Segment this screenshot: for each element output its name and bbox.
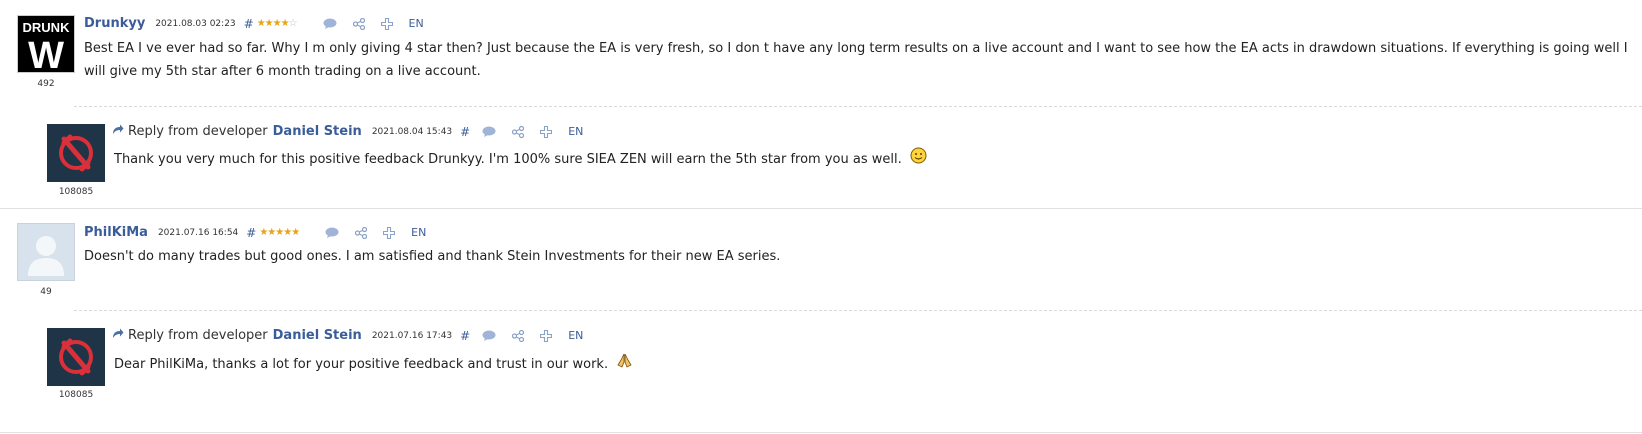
share-icon[interactable]	[512, 329, 525, 342]
avatar-philkima[interactable]	[17, 223, 75, 281]
plus-icon[interactable]	[383, 226, 396, 239]
star-icon: ★	[280, 18, 290, 29]
reply-date: 2021.08.04 15:43	[371, 126, 453, 137]
share-icon[interactable]	[355, 226, 368, 239]
reply-arrow-icon	[112, 124, 124, 139]
permalink-hash[interactable]: #	[460, 329, 470, 343]
drunk-logo-icon: DRUNK W	[18, 16, 74, 77]
star-icon: ★	[267, 227, 276, 238]
star-icon: ★	[264, 18, 274, 29]
review-date: 2021.08.03 02:23	[155, 18, 236, 29]
stein-logo-icon	[59, 338, 93, 376]
share-icon[interactable]	[512, 125, 525, 138]
developer-link[interactable]: Daniel Stein	[273, 124, 362, 139]
reply-text-content: Dear PhilKiMa, thanks a lot for your pos…	[114, 357, 609, 372]
review-drunkyy: DRUNK W 492 Drunkyy 2021.08.03 02:23 # ★…	[0, 0, 1642, 208]
praying-hands-emoji	[616, 352, 633, 377]
svg-text:W: W	[28, 35, 64, 72]
review-divider	[74, 106, 1642, 107]
star-empty-icon: ☆	[288, 18, 298, 29]
reply-prefix: Reply from developer	[128, 124, 268, 139]
author-link[interactable]: Drunkyy	[84, 16, 145, 31]
developer-rating: 108085	[58, 187, 94, 197]
comment-icon[interactable]	[482, 126, 496, 138]
star-icon: ★	[256, 18, 266, 29]
star-icon: ★	[272, 18, 282, 29]
language-link[interactable]: EN	[568, 329, 583, 342]
developer-avatar[interactable]	[47, 328, 105, 386]
plus-icon[interactable]	[540, 125, 553, 138]
star-icon: ★	[283, 227, 292, 238]
reply-date: 2021.07.16 17:43	[371, 330, 453, 341]
permalink-hash[interactable]: #	[246, 226, 256, 240]
language-link[interactable]: EN	[411, 226, 426, 239]
user-rating: 49	[40, 287, 52, 297]
permalink-hash[interactable]: #	[244, 17, 254, 31]
stein-logo-icon	[59, 134, 93, 172]
comment-icon[interactable]	[323, 18, 337, 30]
review-header: Drunkyy 2021.08.03 02:23 # ★ ★ ★ ★ ☆ EN	[84, 16, 424, 31]
review-text: Best EA I ve ever had so far. Why I m on…	[84, 41, 1628, 79]
star-rating: ★ ★ ★ ★ ☆	[256, 18, 298, 29]
svg-text:DRUNK: DRUNK	[23, 20, 71, 35]
smiley-emoji	[910, 147, 927, 172]
developer-link[interactable]: Daniel Stein	[273, 328, 362, 343]
plus-icon[interactable]	[540, 329, 553, 342]
user-rating: 492	[37, 79, 55, 89]
star-rating: ★ ★ ★ ★ ★	[259, 227, 300, 238]
review-date: 2021.07.16 16:54	[157, 227, 239, 238]
review-separator	[0, 432, 1642, 433]
default-user-icon	[18, 224, 74, 280]
reply-header: Reply from developer Daniel Stein 2021.0…	[112, 328, 583, 343]
developer-avatar[interactable]	[47, 124, 105, 182]
reply-text: Dear PhilKiMa, thanks a lot for your pos…	[114, 352, 1614, 377]
star-icon: ★	[275, 227, 284, 238]
reply-text: Thank you very much for this positive fe…	[114, 147, 1614, 172]
language-link[interactable]: EN	[409, 17, 424, 30]
reply-prefix: Reply from developer	[128, 328, 268, 343]
review-text: Doesn't do many trades but good ones. I …	[84, 249, 781, 264]
share-icon[interactable]	[352, 17, 365, 30]
developer-rating: 108085	[58, 390, 94, 400]
reply-arrow-icon	[112, 328, 124, 343]
review-philkima: 49 PhilKiMa 2021.07.16 16:54 # ★ ★ ★ ★ ★…	[0, 209, 1642, 434]
review-header: PhilKiMa 2021.07.16 16:54 # ★ ★ ★ ★ ★ EN	[84, 225, 426, 240]
plus-icon[interactable]	[380, 17, 393, 30]
star-icon: ★	[259, 227, 268, 238]
review-divider	[74, 310, 1642, 311]
reply-text-content: Thank you very much for this positive fe…	[114, 152, 902, 167]
author-link[interactable]: PhilKiMa	[84, 225, 148, 240]
comment-icon[interactable]	[482, 330, 496, 342]
avatar-drunkyy[interactable]: DRUNK W	[17, 15, 75, 77]
reply-header: Reply from developer Daniel Stein 2021.0…	[112, 124, 583, 139]
permalink-hash[interactable]: #	[460, 125, 470, 139]
language-link[interactable]: EN	[568, 125, 583, 138]
comment-icon[interactable]	[325, 227, 339, 239]
star-icon: ★	[291, 227, 300, 238]
